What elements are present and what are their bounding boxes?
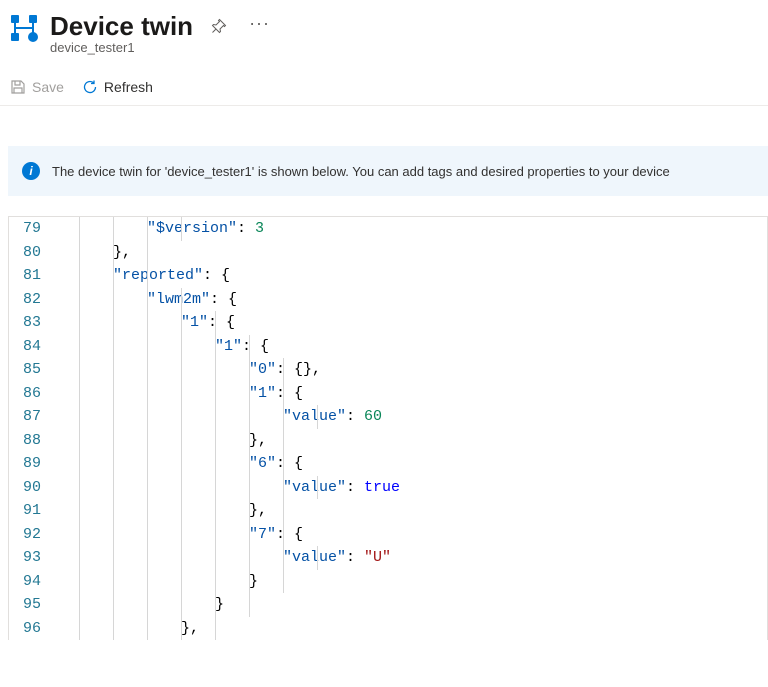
line-number: 95 — [9, 593, 59, 617]
save-icon — [10, 79, 26, 95]
code-line[interactable]: 83"1": { — [9, 311, 767, 335]
line-number: 83 — [9, 311, 59, 335]
toolbar: Save Refresh — [0, 59, 768, 106]
line-number: 82 — [9, 288, 59, 312]
json-editor[interactable]: 79"$version": 380},81"reported": {82"lwm… — [8, 216, 768, 640]
line-number: 94 — [9, 570, 59, 594]
line-number: 81 — [9, 264, 59, 288]
pin-icon — [211, 18, 227, 34]
refresh-label: Refresh — [104, 79, 153, 95]
code-line[interactable]: 88}, — [9, 429, 767, 453]
code-line[interactable]: 96}, — [9, 617, 767, 641]
refresh-button[interactable]: Refresh — [82, 79, 153, 95]
code-line[interactable]: 89"6": { — [9, 452, 767, 476]
code-line[interactable]: 92"7": { — [9, 523, 767, 547]
code-line[interactable]: 85"0": {}, — [9, 358, 767, 382]
line-number: 86 — [9, 382, 59, 406]
refresh-icon — [82, 79, 98, 95]
code-line[interactable]: 79"$version": 3 — [9, 217, 767, 241]
code-line[interactable]: 95} — [9, 593, 767, 617]
line-number: 90 — [9, 476, 59, 500]
save-label: Save — [32, 79, 64, 95]
code-line[interactable]: 94} — [9, 570, 767, 594]
code-line[interactable]: 86"1": { — [9, 382, 767, 406]
code-line[interactable]: 80}, — [9, 241, 767, 265]
line-number: 80 — [9, 241, 59, 265]
line-number: 93 — [9, 546, 59, 570]
line-number: 87 — [9, 405, 59, 429]
code-line[interactable]: 90"value": true — [9, 476, 767, 500]
pin-button[interactable] — [207, 14, 231, 38]
info-text: The device twin for 'device_tester1' is … — [52, 164, 670, 179]
line-number: 96 — [9, 617, 59, 641]
line-number: 79 — [9, 217, 59, 241]
info-bar: i The device twin for 'device_tester1' i… — [8, 146, 768, 196]
page-header: Device twin ··· device_tester1 — [0, 0, 768, 59]
line-number: 88 — [9, 429, 59, 453]
line-number: 84 — [9, 335, 59, 359]
page-subtitle: device_tester1 — [50, 40, 274, 55]
info-icon: i — [22, 162, 40, 180]
device-twin-icon — [8, 12, 40, 44]
code-line[interactable]: 82"lwm2m": { — [9, 288, 767, 312]
line-number: 89 — [9, 452, 59, 476]
save-button: Save — [10, 79, 64, 95]
more-button[interactable]: ··· — [245, 10, 274, 42]
code-line[interactable]: 84"1": { — [9, 335, 767, 359]
code-line[interactable]: 81"reported": { — [9, 264, 767, 288]
code-line[interactable]: 93"value": "U" — [9, 546, 767, 570]
line-number: 92 — [9, 523, 59, 547]
line-number: 85 — [9, 358, 59, 382]
ellipsis-icon: ··· — [249, 14, 270, 32]
page-title: Device twin — [50, 11, 193, 42]
code-line[interactable]: 91}, — [9, 499, 767, 523]
line-number: 91 — [9, 499, 59, 523]
code-line[interactable]: 87"value": 60 — [9, 405, 767, 429]
